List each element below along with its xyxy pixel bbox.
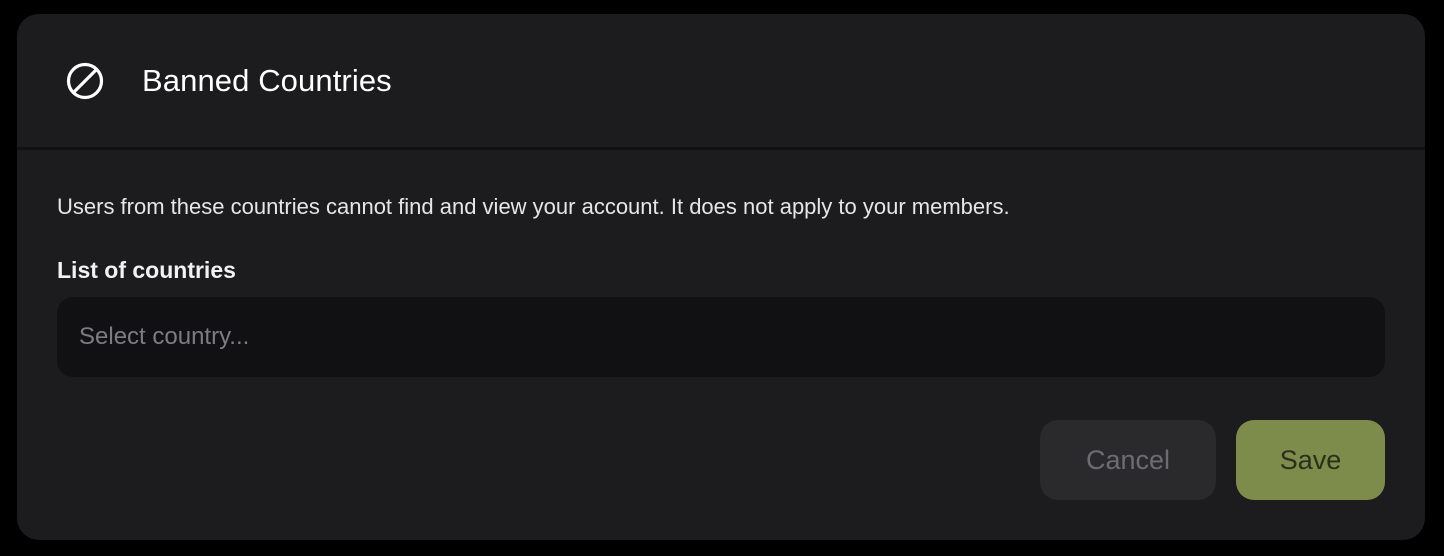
description-text: Users from these countries cannot find a… [57, 194, 1010, 219]
countries-field-label: List of countries [57, 257, 236, 283]
dialog-title: Banned Countries [142, 62, 392, 98]
dialog-body: Users from these countries cannot find a… [17, 193, 1425, 377]
dialog-actions: Cancel Save [1040, 420, 1385, 500]
ban-icon [65, 61, 105, 101]
country-select-placeholder: Select country... [79, 323, 250, 350]
dialog-header: Banned Countries [17, 14, 1425, 150]
banned-countries-dialog: Banned Countries Users from these countr… [17, 14, 1425, 540]
cancel-button[interactable]: Cancel [1040, 420, 1216, 500]
save-button[interactable]: Save [1236, 420, 1385, 500]
country-select[interactable]: Select country... [57, 297, 1385, 377]
